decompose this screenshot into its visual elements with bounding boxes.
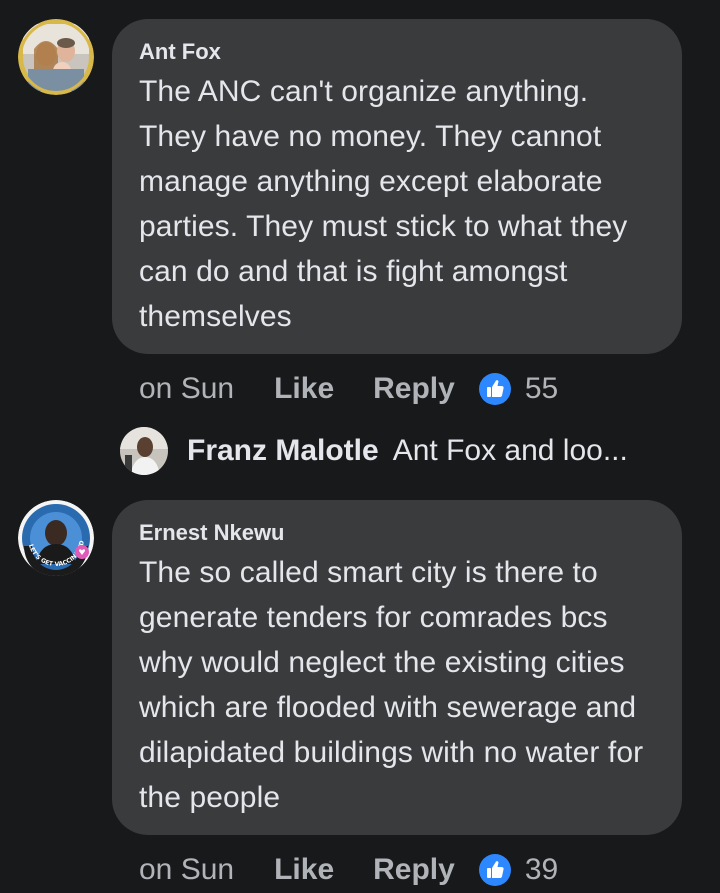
thumbs-up-icon[interactable] <box>478 373 511 405</box>
comment-actions-ant-fox: on Sun Like Reply 55 <box>139 369 558 409</box>
avatar-franz-malotle[interactable] <box>120 427 168 475</box>
avatar-ant-fox[interactable] <box>18 19 94 95</box>
reaction-count[interactable]: 55 <box>525 372 558 406</box>
comment-bubble-ernest-nkewu[interactable]: Ernest Nkewu The so called smart city is… <box>112 500 682 835</box>
reaction-count[interactable]: 39 <box>525 853 558 887</box>
comment-author[interactable]: Ernest Nkewu <box>139 520 656 546</box>
like-button[interactable]: Like <box>274 372 334 406</box>
avatar-ant-fox-image <box>18 19 94 95</box>
avatar-ernest-nkewu-image: LET'S GET VACCINATED <box>18 500 94 576</box>
comment-bubble-ant-fox[interactable]: Ant Fox The ANC can't organize anything.… <box>112 19 682 354</box>
comment-text: The so called smart city is there to gen… <box>139 556 644 814</box>
like-button[interactable]: Like <box>274 853 334 887</box>
avatar-franz-malotle-image <box>120 427 168 475</box>
thumbs-up-icon[interactable] <box>478 854 511 886</box>
reply-preview[interactable]: Franz Malotle Ant Fox and loo... <box>120 425 628 477</box>
reply-text[interactable]: Ant Fox and loo... <box>393 434 628 468</box>
reply-button[interactable]: Reply <box>373 853 455 887</box>
comment-text: The ANC can't organize anything. They ha… <box>139 75 628 333</box>
avatar-ernest-nkewu[interactable]: LET'S GET VACCINATED <box>18 500 94 576</box>
comment-timestamp[interactable]: on Sun <box>139 853 234 887</box>
reply-author[interactable]: Franz Malotle <box>187 434 379 468</box>
comment-actions-ernest-nkewu: on Sun Like Reply 39 <box>139 850 558 890</box>
comment-author[interactable]: Ant Fox <box>139 39 656 65</box>
reply-button[interactable]: Reply <box>373 372 455 406</box>
comment-timestamp[interactable]: on Sun <box>139 372 234 406</box>
